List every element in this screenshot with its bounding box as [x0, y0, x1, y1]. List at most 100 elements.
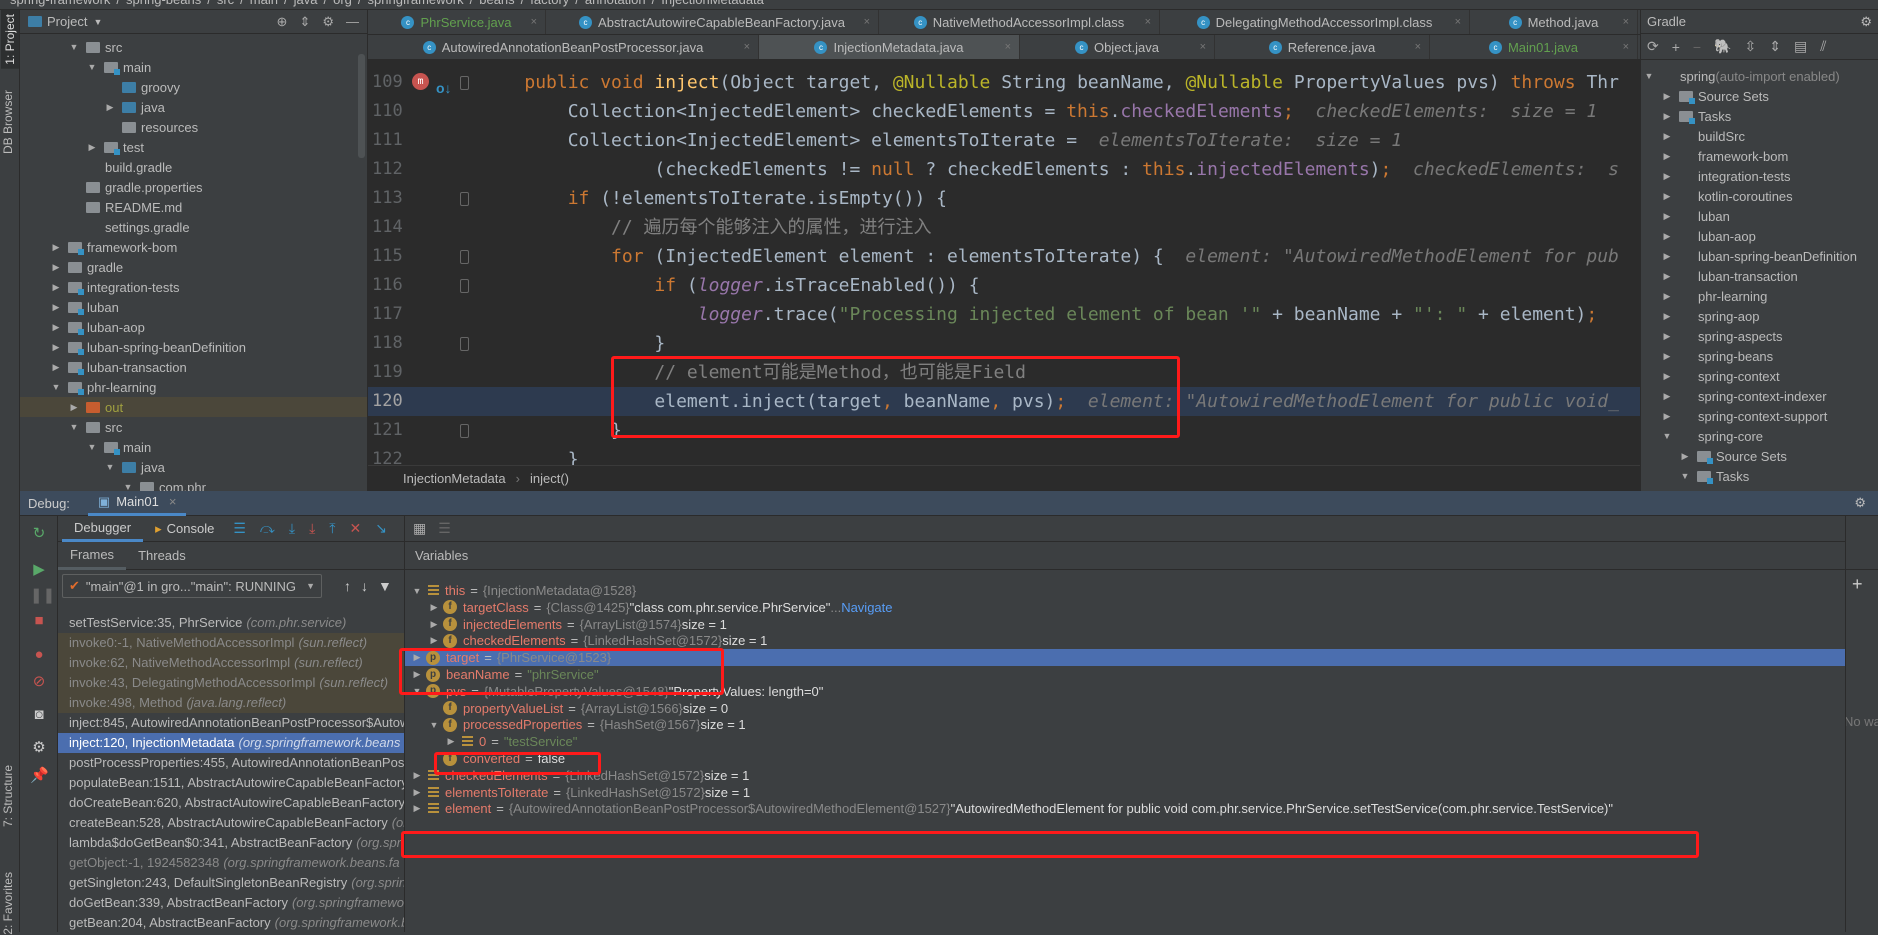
collapsed-arrow-icon[interactable]: ▶: [411, 770, 423, 781]
breadcrumb-item[interactable]: java: [294, 0, 318, 7]
tree-item[interactable]: ▶ spring-beans: [1641, 346, 1878, 366]
close-tab-icon[interactable]: ×: [531, 16, 537, 28]
run-to-cursor-icon[interactable]: ↘: [375, 520, 387, 537]
close-tab-icon[interactable]: ×: [1145, 16, 1151, 28]
fold-marker-icon[interactable]: [460, 76, 469, 90]
collapsed-arrow-icon[interactable]: ▶: [1661, 371, 1673, 382]
tree-item[interactable]: groovy: [20, 77, 367, 97]
filter-icon[interactable]: ▼: [378, 578, 392, 594]
favorites-tool-button[interactable]: 2: Favorites: [1, 872, 15, 935]
breadcrumb-item[interactable]: factory: [530, 0, 569, 7]
breadcrumb-method[interactable]: inject(): [530, 471, 569, 486]
expand-all-icon[interactable]: ⇳: [1745, 38, 1757, 55]
variable-row[interactable]: ▼ this = {InjectionMetadata@1528}: [405, 582, 1845, 599]
expanded-arrow-icon[interactable]: ▼: [1643, 71, 1655, 81]
stack-frame[interactable]: doCreateBean:620, AbstractAutowireCapabl…: [58, 793, 404, 813]
project-scrollbar[interactable]: [358, 54, 365, 158]
editor-tab[interactable]: c Method.java ×: [1470, 10, 1638, 34]
expanded-arrow-icon[interactable]: ▼: [50, 382, 62, 392]
stop-icon[interactable]: ■: [30, 612, 48, 629]
gear-icon[interactable]: ⚙: [1854, 495, 1866, 511]
trace-icon[interactable]: ☰: [438, 520, 451, 537]
expanded-arrow-icon[interactable]: ▼: [86, 62, 98, 72]
collapsed-arrow-icon[interactable]: ▶: [411, 669, 423, 680]
tree-item[interactable]: ▶ spring-context-support: [1641, 406, 1878, 426]
variable-row[interactable]: ▶ elementsToIterate = {LinkedHashSet@1572} …: [405, 784, 1845, 801]
stack-frame[interactable]: invoke:498, Method (java.lang.reflect): [58, 693, 404, 713]
step-out-icon[interactable]: ⤒: [329, 520, 335, 537]
collapsed-arrow-icon[interactable]: ▶: [1661, 271, 1673, 282]
fold-marker-icon[interactable]: [460, 424, 469, 438]
collapsed-arrow-icon[interactable]: ▶: [1661, 291, 1673, 302]
expanded-arrow-icon[interactable]: ▼: [428, 720, 440, 730]
evaluate-expression-icon[interactable]: ▦: [413, 520, 426, 537]
tree-item[interactable]: ▶ luban: [1641, 206, 1878, 226]
tree-item[interactable]: ▼ src: [20, 37, 367, 57]
close-tab-icon[interactable]: ×: [1005, 41, 1011, 53]
collapsed-arrow-icon[interactable]: ▶: [104, 102, 116, 113]
tree-item[interactable]: ▶ phr-learning: [1641, 286, 1878, 306]
thread-selector[interactable]: ✔ "main"@1 in gro..."main": RUNNING ▼: [62, 574, 322, 598]
collapsed-arrow-icon[interactable]: ▶: [445, 736, 457, 747]
tree-item[interactable]: ▼ Tasks: [1641, 466, 1878, 486]
tree-item[interactable]: ▶ Source Sets: [1641, 446, 1878, 466]
expanded-arrow-icon[interactable]: ▼: [68, 422, 80, 432]
tree-item[interactable]: ▶ luban-aop: [1641, 226, 1878, 246]
locate-icon[interactable]: ⊕: [277, 14, 288, 30]
tree-item[interactable]: ▶ spring-aspects: [1641, 326, 1878, 346]
breadcrumb-item[interactable]: InjectionMetadata: [661, 0, 764, 7]
close-tab-icon[interactable]: ×: [1623, 16, 1629, 28]
tree-item[interactable]: ▶ luban-spring-beanDefinition: [20, 337, 367, 357]
previous-frame-icon[interactable]: ↑: [344, 578, 351, 594]
stack-frame[interactable]: inject:120, InjectionMetadata (org.spring…: [58, 733, 404, 753]
tree-item[interactable]: ▶ luban-aop: [20, 317, 367, 337]
breadcrumb-item[interactable]: org: [333, 0, 352, 7]
tree-item[interactable]: ▶ spring-context: [1641, 366, 1878, 386]
tree-item[interactable]: ▶ luban-transaction: [20, 357, 367, 377]
breadcrumb-item[interactable]: spring-beans: [126, 0, 201, 7]
code-line[interactable]: 116 if (logger.isTraceEnabled()) {: [368, 271, 1640, 300]
offline-mode-icon[interactable]: ⫽: [1820, 38, 1826, 55]
stack-frame[interactable]: invoke:43, DelegatingMethodAccessorImpl(…: [58, 673, 404, 693]
collapsed-arrow-icon[interactable]: ▶: [1661, 251, 1673, 262]
editor-tab[interactable]: c NativeMethodAccessorImpl.class ×: [879, 10, 1160, 34]
debug-session-tab[interactable]: ▣ Main01 ×: [87, 491, 187, 516]
stack-frame[interactable]: getBean:204, AbstractBeanFactory (org.spr…: [58, 913, 404, 932]
stack-frame[interactable]: getObject:-1, 1924582348 (org.springframe…: [58, 853, 404, 873]
tree-item[interactable]: ▶ framework-bom: [20, 237, 367, 257]
gear-icon[interactable]: ⚙: [322, 14, 334, 30]
code-line[interactable]: 113 if (!elementsToIterate.isEmpty()) {: [368, 184, 1640, 213]
tree-item[interactable]: ▶ integration-tests: [1641, 166, 1878, 186]
collapsed-arrow-icon[interactable]: ▶: [50, 302, 62, 313]
group-modules-icon[interactable]: ▤: [1794, 38, 1807, 55]
code-line[interactable]: 114 // 遍历每个能够注入的属性，进行注入: [368, 213, 1640, 242]
tree-item[interactable]: ▶ Tasks: [1641, 106, 1878, 126]
editor-tab[interactable]: c Main01.java ×: [1430, 35, 1638, 59]
variable-row[interactable]: f converted = false: [405, 750, 1845, 767]
collapsed-arrow-icon[interactable]: ▶: [1661, 351, 1673, 362]
structure-tool-button[interactable]: 7: Structure: [1, 765, 15, 827]
code-line[interactable]: 110 Collection<InjectedElement> checkedE…: [368, 97, 1640, 126]
variable-row[interactable]: ▶ p target = {PhrService@1523}: [405, 649, 1845, 667]
close-tab-icon[interactable]: ×: [1455, 16, 1461, 28]
variable-row[interactable]: ▶ checkedElements = {LinkedHashSet@1572} si…: [405, 767, 1845, 784]
fold-marker-icon[interactable]: [460, 279, 469, 293]
collapsed-arrow-icon[interactable]: ▶: [428, 619, 440, 630]
tree-item[interactable]: ▼ phr-learning: [20, 377, 367, 397]
tree-item[interactable]: ▶ buildSrc: [1641, 126, 1878, 146]
pin-icon[interactable]: 📌: [30, 766, 49, 784]
code-line[interactable]: 121 }: [368, 416, 1640, 445]
code-line[interactable]: 119 // element可能是Method，也可能是Field: [368, 358, 1640, 387]
tree-item[interactable]: ▼ spring-core: [1641, 426, 1878, 446]
variable-row[interactable]: ▶ element = {AutowiredAnnotationBeanPostPro…: [405, 800, 1845, 817]
tree-item[interactable]: ▶ kotlin-coroutines: [1641, 186, 1878, 206]
code-line[interactable]: 109 m o↓ public void inject(Object target,…: [368, 68, 1640, 97]
collapsed-arrow-icon[interactable]: ▶: [1661, 311, 1673, 322]
collapsed-arrow-icon[interactable]: ▶: [428, 635, 440, 646]
stack-frame[interactable]: populateBean:1511, AbstractAutowireCapab…: [58, 773, 404, 793]
collapsed-arrow-icon[interactable]: ▶: [86, 142, 98, 153]
tab-debugger[interactable]: Debugger: [62, 516, 144, 542]
collapsed-arrow-icon[interactable]: ▶: [411, 652, 423, 663]
variable-row[interactable]: ▼ f processedProperties = {HashSet@1567} siz…: [405, 716, 1845, 733]
code-line[interactable]: 117 logger.trace("Processing injected el…: [368, 300, 1640, 329]
